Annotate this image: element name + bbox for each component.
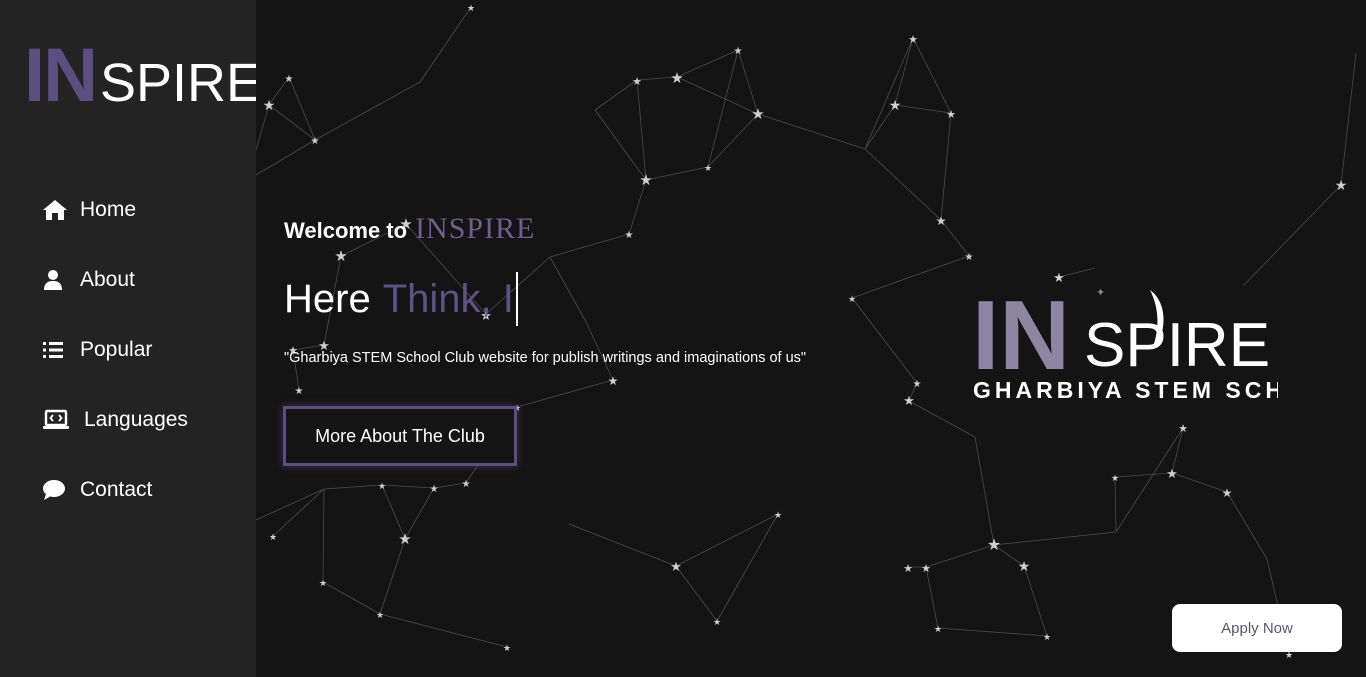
sidebar-item-label: Home xyxy=(80,198,137,221)
svg-text:★: ★ xyxy=(1178,422,1188,435)
tagline: "Gharbiya STEM School Club website for p… xyxy=(284,350,807,366)
svg-text:★: ★ xyxy=(503,644,511,654)
svg-text:★: ★ xyxy=(965,252,974,263)
svg-text:★: ★ xyxy=(462,479,471,490)
logo-suffix: SPIRE xyxy=(100,53,263,113)
svg-text:★: ★ xyxy=(625,230,634,241)
svg-text:★: ★ xyxy=(608,374,619,388)
svg-text:★: ★ xyxy=(1335,178,1348,194)
svg-text:★: ★ xyxy=(670,69,683,87)
headline-typed: Think, I xyxy=(382,276,514,321)
svg-text:★: ★ xyxy=(913,379,922,390)
sidebar-item-languages[interactable]: Languages xyxy=(42,400,188,440)
svg-text:★: ★ xyxy=(263,98,276,114)
svg-text:★: ★ xyxy=(889,98,902,114)
laptop-code-icon xyxy=(42,408,74,432)
svg-text:★: ★ xyxy=(713,618,721,628)
svg-text:★: ★ xyxy=(1043,633,1051,643)
logo-prefix: IN xyxy=(24,33,98,118)
svg-text:★: ★ xyxy=(1111,474,1119,484)
sidebar: IN SPIRE Home About Popular Languages Co… xyxy=(0,0,262,677)
svg-text:★: ★ xyxy=(334,247,347,265)
typing-caret xyxy=(515,272,518,326)
sidebar-item-label: Contact xyxy=(80,478,153,501)
comment-icon xyxy=(42,478,70,502)
typed-headline: Here Think, I xyxy=(284,272,518,326)
svg-text:★: ★ xyxy=(751,105,764,123)
svg-text:★: ★ xyxy=(1222,486,1233,500)
svg-text:★: ★ xyxy=(311,136,320,147)
club-logo-school: GHARBIYA STEM SCHOOL xyxy=(973,377,1278,403)
svg-text:★: ★ xyxy=(285,74,294,85)
home-icon xyxy=(42,198,70,222)
sidebar-item-contact[interactable]: Contact xyxy=(42,470,188,510)
sidebar-item-label: About xyxy=(80,268,135,291)
sparkle-icon: ✦ xyxy=(1096,286,1105,299)
svg-text:★: ★ xyxy=(987,535,1001,554)
svg-text:★: ★ xyxy=(295,386,304,397)
more-about-club-button[interactable]: More About The Club xyxy=(283,406,517,466)
sidebar-item-popular[interactable]: Popular xyxy=(42,330,188,370)
svg-text:★: ★ xyxy=(774,511,782,521)
svg-text:★: ★ xyxy=(319,579,327,589)
svg-text:★: ★ xyxy=(639,171,652,189)
svg-text:★: ★ xyxy=(378,482,386,492)
svg-text:★: ★ xyxy=(903,394,915,409)
svg-text:★: ★ xyxy=(467,4,475,14)
sidebar-item-label: Popular xyxy=(80,338,153,361)
headline-static: Here xyxy=(284,276,371,321)
inspire-club-logo: IN SPIRE ✦ GHARBIYA STEM SCHOOL xyxy=(972,282,1278,403)
svg-text:★: ★ xyxy=(1018,559,1031,575)
site-logo[interactable]: IN SPIRE xyxy=(24,38,262,114)
svg-text:★: ★ xyxy=(398,530,411,548)
apply-now-button[interactable]: Apply Now xyxy=(1172,604,1342,652)
svg-text:★: ★ xyxy=(704,164,712,174)
svg-text:★: ★ xyxy=(934,625,942,635)
list-icon xyxy=(42,338,70,362)
club-logo-in: IN xyxy=(972,282,1070,390)
svg-text:★: ★ xyxy=(848,295,856,305)
svg-text:★: ★ xyxy=(670,560,682,575)
sidebar-item-label: Languages xyxy=(84,408,188,431)
svg-text:★: ★ xyxy=(936,214,947,228)
welcome-brand: INSPIRE xyxy=(415,212,536,245)
sidebar-nav: Home About Popular Languages Contact xyxy=(42,190,188,540)
svg-text:★: ★ xyxy=(908,33,918,46)
svg-text:★: ★ xyxy=(946,108,956,121)
welcome-heading: Welcome to INSPIRE xyxy=(284,212,535,246)
sidebar-item-about[interactable]: About xyxy=(42,260,188,300)
svg-text:★: ★ xyxy=(734,46,743,57)
user-icon xyxy=(42,268,70,292)
welcome-text: Welcome to xyxy=(284,218,408,243)
svg-text:★: ★ xyxy=(632,75,642,88)
svg-text:★: ★ xyxy=(1285,651,1293,661)
svg-text:★: ★ xyxy=(921,562,931,575)
club-logo-spire: SPIRE xyxy=(1084,311,1270,380)
svg-text:★: ★ xyxy=(376,611,384,621)
sidebar-item-home[interactable]: Home xyxy=(42,190,188,230)
app-root: IN SPIRE Home About Popular Languages Co… xyxy=(0,0,1366,677)
svg-text:★: ★ xyxy=(903,562,913,575)
svg-text:★: ★ xyxy=(430,484,439,495)
svg-text:★: ★ xyxy=(269,533,277,543)
svg-text:★: ★ xyxy=(1166,467,1178,482)
